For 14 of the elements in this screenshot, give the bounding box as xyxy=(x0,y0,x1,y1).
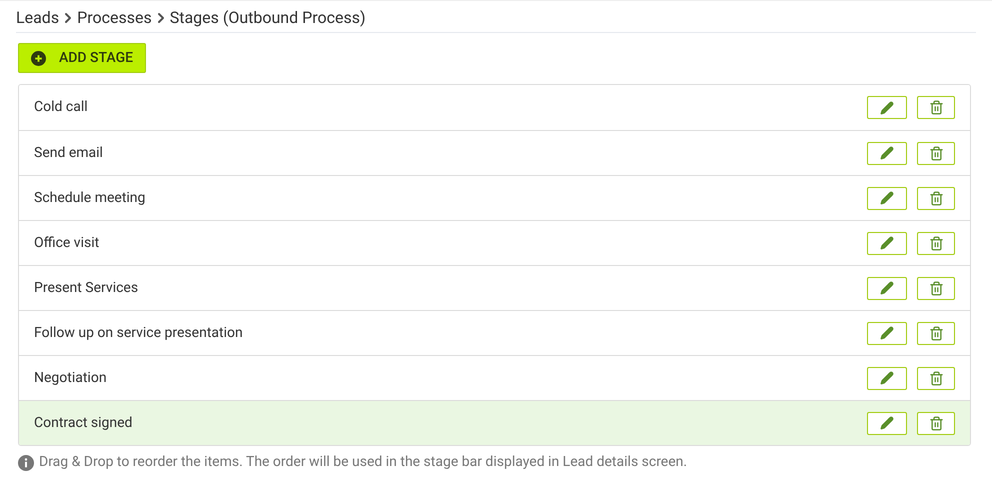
stage-name: Send email xyxy=(34,144,104,162)
stage-name: Negotiation xyxy=(34,368,108,388)
stage-name: Present Services xyxy=(34,278,140,298)
stage-name: Contract signed xyxy=(34,414,134,432)
breadcrumb-item: Stages (Outbound Process) xyxy=(170,7,366,29)
hint-text: Drag & Drop to reorder the items. The order will be used in the stage bar displayed in Lead details screen. xyxy=(39,453,688,472)
stage-name: Cold call xyxy=(34,98,89,117)
stage-name: Office visit xyxy=(34,234,100,252)
stage-name: Follow up on service presentation xyxy=(34,324,244,342)
breadcrumb-item[interactable]: Processes xyxy=(77,6,152,30)
add-stage-button[interactable]: ADD STAGE xyxy=(18,43,146,73)
stage-name: Schedule meeting xyxy=(34,188,146,208)
breadcrumb-item[interactable]: Leads xyxy=(16,6,60,30)
stage-row[interactable]: Contract signed xyxy=(19,400,970,445)
